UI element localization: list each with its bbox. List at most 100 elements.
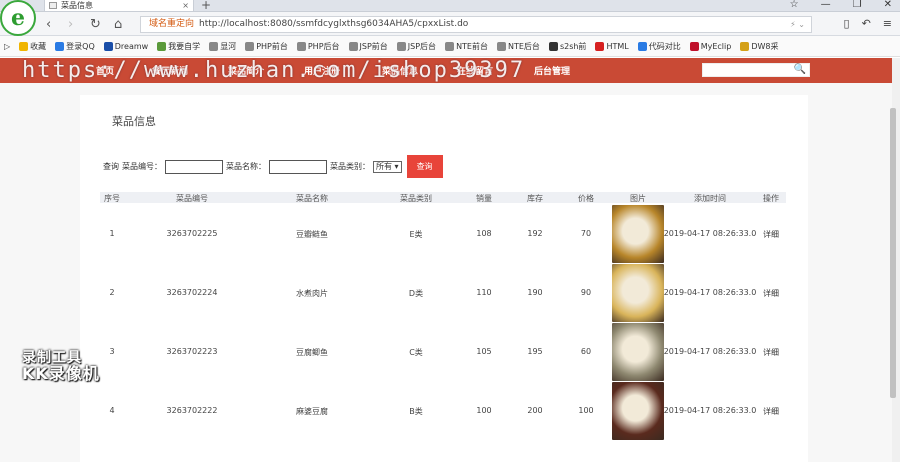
home-icon[interactable]: ⌂ [114, 17, 122, 32]
bookmark-item[interactable]: HTML [595, 41, 629, 51]
query-button[interactable]: 查询 [406, 155, 443, 178]
detail-link[interactable]: 详细 [763, 288, 779, 299]
browser-tab[interactable]: 菜品信息 × [44, 0, 194, 12]
url-tools-icon[interactable]: ⚡ ⌄ [790, 17, 805, 32]
bookmark-label: JSP前台 [359, 41, 388, 51]
page-scrollbar[interactable] [890, 58, 900, 462]
bookmark-item[interactable]: 收藏 [19, 41, 46, 52]
bookmark-label: 代码对比 [648, 41, 681, 51]
table-header: 序号 菜品编号 菜品名称 菜品类别 销量 库存 价格 图片 添加时间 操作 [100, 192, 786, 203]
bookmark-item[interactable]: 登录QQ [55, 41, 95, 52]
column-header: 菜品编号 [176, 194, 208, 203]
bookmarks-bar: ▷ 收藏 登录QQ Dreamw 我要自学 显河 PHP前台 PHP后台 JSP前台 JSP后台… [0, 36, 900, 57]
cell-category: B类 [409, 407, 423, 416]
bookmark-icon [445, 41, 455, 51]
name-label: 菜品名称： [226, 162, 266, 171]
reader-icon[interactable]: ▯ [844, 17, 850, 30]
bookmark-label: 我要自学 [168, 41, 201, 51]
name-input[interactable] [269, 159, 327, 174]
bookmarks-toggle-icon[interactable]: ▷ [4, 42, 10, 51]
bookmark-item[interactable]: PHP后台 [296, 41, 340, 52]
bookmark-label: MyEclip [700, 41, 732, 51]
column-header: 添加时间 [694, 194, 726, 203]
category-label: 菜品类别： [330, 162, 370, 171]
category-select[interactable]: 所有 ▾ [373, 160, 402, 173]
bookmark-item[interactable]: Dreamw [103, 41, 148, 51]
minimize-button[interactable]: — [821, 0, 831, 10]
undo-icon[interactable]: ↶ [862, 17, 871, 30]
dish-image [612, 323, 664, 381]
browser-window: 菜品信息 × + ☆ — ❐ ✕ e ‹ › ↻ ⌂ 域名重定向 http://… [0, 0, 900, 462]
back-icon[interactable]: ‹ [46, 17, 51, 32]
cell-price: 60 [580, 347, 592, 356]
bookmark-item[interactable]: MyEclip [689, 41, 732, 51]
query-form: 查询 菜品编号： 菜品名称： 菜品类别： 所有 ▾ 查询 [103, 155, 443, 178]
cell-added: 2019-04-17 08:26:33.0 [663, 406, 757, 415]
bookmark-item[interactable]: DW8采 [740, 41, 779, 52]
bookmark-label: 显河 [220, 41, 237, 51]
bookmark-label: DW8采 [751, 41, 779, 51]
bookmark-icon [637, 41, 647, 51]
url-text[interactable]: http://localhost:8080/ssmfdcyglxthsg6034… [199, 17, 468, 32]
new-tab-button[interactable]: + [201, 0, 211, 12]
search-icon[interactable]: 🔍 [794, 64, 806, 75]
nav-item[interactable]: 后台管理 [534, 64, 570, 77]
bookmark-icon [296, 41, 306, 51]
cell-added: 2019-04-17 08:26:33.0 [663, 288, 757, 297]
bookmark-icon [157, 41, 167, 51]
code-input[interactable] [165, 159, 223, 174]
url-input[interactable]: 域名重定向 http://localhost:8080/ssmfdcyglxth… [140, 16, 812, 33]
detail-link[interactable]: 详细 [763, 406, 779, 417]
bookmark-item[interactable]: s2sh前 [548, 41, 587, 52]
maximize-button[interactable]: ❐ [853, 0, 862, 10]
cell-no: 1 [109, 229, 115, 238]
bookmark-icon [348, 41, 358, 51]
watermark: https://www.huzhan.com/ishop39397 [22, 58, 526, 83]
forward-icon[interactable]: › [68, 17, 73, 32]
column-header: 库存 [527, 194, 543, 203]
cell-no: 3 [109, 347, 115, 356]
column-header: 序号 [104, 194, 120, 203]
bookmark-icon [548, 41, 558, 51]
page-title: 菜品信息 [112, 115, 156, 128]
cell-name: 麻婆豆腐 [296, 407, 328, 416]
url-redirect-label: 域名重定向 [149, 19, 195, 29]
bookmark-icon [740, 41, 750, 51]
detail-link[interactable]: 详细 [763, 229, 779, 240]
bookmark-item[interactable]: JSP前台 [348, 41, 388, 52]
cell-code: 3263702223 [166, 347, 218, 356]
menu-icon[interactable]: ≡ [883, 17, 892, 30]
bookmark-item[interactable]: PHP前台 [245, 41, 288, 52]
site-search-input[interactable]: 🔍 [702, 63, 810, 77]
tab-close-icon[interactable]: × [182, 0, 189, 11]
bookmark-item[interactable]: 代码对比 [637, 41, 681, 52]
cell-code: 3263702222 [166, 406, 218, 415]
close-button[interactable]: ✕ [884, 0, 892, 10]
bookmark-item[interactable]: NTE前台 [445, 41, 488, 52]
bookmark-label: 收藏 [30, 41, 47, 51]
cell-stock: 190 [527, 288, 543, 297]
bookmark-label: 登录QQ [66, 41, 95, 51]
dish-image [612, 382, 664, 440]
bookmark-label: s2sh前 [559, 41, 587, 51]
dish-image [612, 264, 664, 322]
tab-title: 菜品信息 [61, 1, 93, 10]
dish-image [612, 205, 664, 263]
refresh-icon[interactable]: ↻ [90, 17, 101, 32]
scrollbar-thumb[interactable] [890, 108, 896, 398]
address-bar: ‹ › ↻ ⌂ 域名重定向 http://localhost:8080/ssmf… [0, 12, 900, 36]
bookmark-label: NTE前台 [456, 41, 488, 51]
bookmark-item[interactable]: JSP后台 [396, 41, 436, 52]
cell-name: 豆腐鲫鱼 [296, 348, 328, 357]
bookmark-item[interactable]: NTE后台 [497, 41, 540, 52]
favorite-icon[interactable]: ☆ [790, 0, 799, 10]
column-header: 菜品类别 [400, 194, 432, 203]
cell-code: 3263702224 [166, 288, 218, 297]
browser-logo-icon: e [0, 0, 36, 36]
window-controls: ☆ — ❐ ✕ [790, 0, 892, 10]
bookmark-item[interactable]: 显河 [209, 41, 236, 52]
table-row: 3 3263702223 豆腐鲫鱼 C类 105 195 60 2019-04-17 08:2… [100, 323, 790, 382]
detail-link[interactable]: 详细 [763, 347, 779, 358]
table-row: 1 3263702225 豆瓣鲢鱼 E类 108 192 70 2019-04-17 08:2… [100, 205, 790, 264]
bookmark-item[interactable]: 我要自学 [157, 41, 200, 52]
